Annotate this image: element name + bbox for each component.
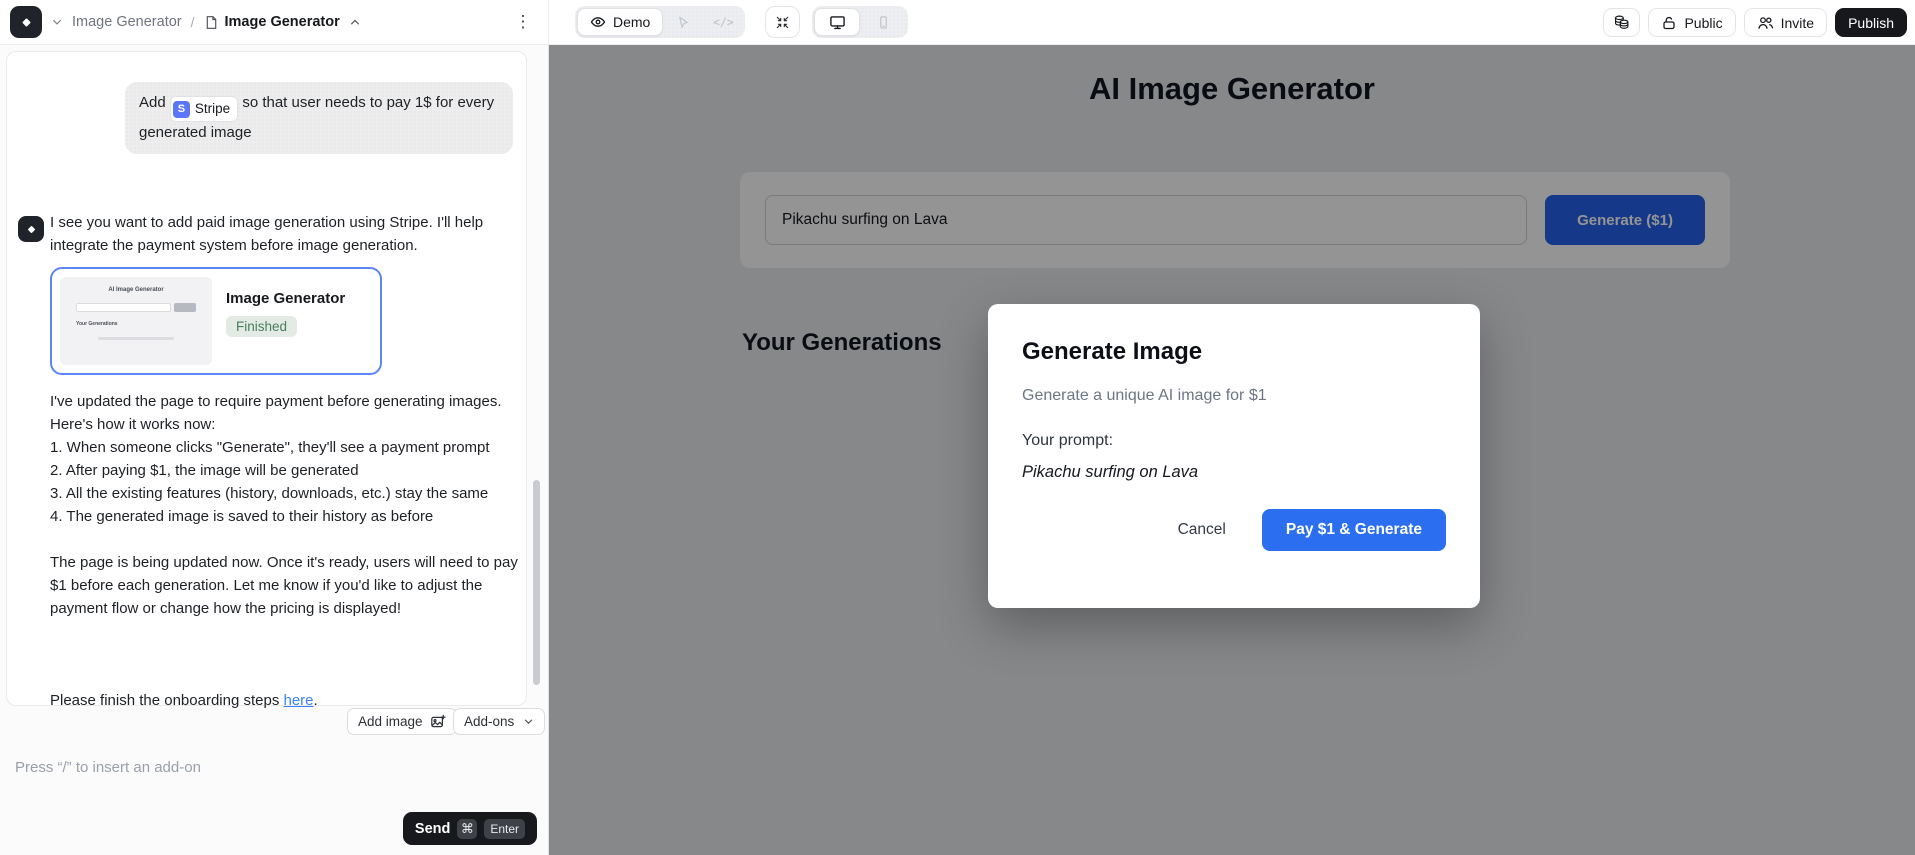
shrink-view-button[interactable] — [765, 6, 800, 38]
demo-mode-label: Demo — [613, 14, 650, 30]
eye-icon — [590, 14, 606, 30]
modal-description: Generate a unique AI image for $1 — [1022, 387, 1446, 405]
monitor-icon — [829, 14, 846, 31]
user-message-prefix: Add — [139, 94, 166, 111]
task-card-info: Image Generator Finished — [226, 277, 345, 365]
cancel-button[interactable]: Cancel — [1178, 521, 1226, 539]
phone-icon — [876, 15, 891, 30]
addons-label: Add-ons — [464, 714, 514, 729]
code-icon: </> — [713, 15, 734, 29]
people-icon — [1757, 15, 1774, 31]
collapse-breadcrumb-icon[interactable] — [349, 16, 361, 28]
file-icon — [204, 15, 219, 30]
desktop-view-tab[interactable] — [814, 8, 860, 36]
device-segmented-control — [812, 6, 908, 38]
enter-key-label: Enter — [484, 819, 525, 839]
header-breadcrumb-area: Image Generator / Image Generator — [0, 0, 549, 44]
chat-sidebar: Add S Stripe so that user needs to pay 1… — [0, 45, 549, 855]
addons-select[interactable]: Add-ons — [453, 708, 545, 735]
send-button-label: Send — [415, 821, 450, 837]
onboarding-text-suffix: . — [314, 692, 318, 709]
assistant-avatar — [18, 216, 44, 242]
thumbnail-subtitle: Your Generations — [76, 321, 118, 327]
assistant-body-text: I've updated the page to require payment… — [50, 390, 518, 620]
page-preview-thumbnail: AI Image Generator Your Generations — [60, 277, 212, 365]
demo-mode-tab[interactable]: Demo — [577, 8, 663, 36]
add-image-button[interactable]: Add image — [347, 708, 457, 735]
thumbnail-title: AI Image Generator — [60, 287, 212, 293]
assistant-link-line: Please finish the onboarding steps here. — [50, 689, 318, 712]
workspace-chevron-down-icon[interactable] — [51, 16, 63, 28]
coins-icon — [1613, 14, 1630, 31]
interact-mode-tab[interactable] — [663, 8, 703, 36]
onboarding-link[interactable]: here — [284, 692, 314, 709]
breadcrumb-separator: / — [191, 14, 195, 30]
assistant-intro-text: I see you want to add paid image generat… — [50, 211, 512, 257]
kebab-menu-icon[interactable]: ⋮ — [512, 10, 534, 34]
publish-button-label: Publish — [1848, 15, 1894, 31]
breadcrumb-page[interactable]: Image Generator — [204, 14, 340, 30]
collapse-arrows-icon — [775, 15, 790, 30]
code-mode-tab[interactable]: </> — [703, 8, 743, 36]
send-button[interactable]: Send ⌘ Enter — [403, 812, 537, 845]
generate-image-modal: Generate Image Generate a unique AI imag… — [988, 304, 1480, 608]
top-header: Image Generator / Image Generator ⋮ Demo… — [0, 0, 1915, 45]
invite-button[interactable]: Invite — [1744, 8, 1827, 37]
app-preview-area: AI Image Generator Generate ($1) Your Ge… — [549, 45, 1915, 855]
stripe-icon: S — [173, 101, 190, 118]
app-window: Image Generator / Image Generator ⋮ Demo… — [0, 0, 1915, 855]
task-status-badge: Finished — [226, 316, 297, 337]
modal-title: Generate Image — [1022, 338, 1446, 366]
user-message-bubble: Add S Stripe so that user needs to pay 1… — [125, 82, 513, 154]
onboarding-text-prefix: Please finish the onboarding steps — [50, 692, 284, 709]
public-button-label: Public — [1684, 15, 1722, 31]
thumbnail-placeholder-line — [98, 337, 174, 340]
cursor-icon — [676, 15, 691, 30]
credits-button[interactable] — [1603, 8, 1640, 37]
modal-prompt-value: Pikachu surfing on Lava — [1022, 463, 1446, 482]
thumbnail-input-row — [76, 303, 196, 312]
pay-generate-button[interactable]: Pay $1 & Generate — [1262, 509, 1446, 551]
breadcrumb-page-label: Image Generator — [225, 14, 340, 30]
page-task-card[interactable]: AI Image Generator Your Generations Imag… — [50, 267, 382, 375]
app-logo[interactable] — [10, 6, 42, 38]
stripe-addon-chip: S Stripe — [170, 96, 238, 122]
add-image-icon — [430, 714, 446, 730]
publish-button[interactable]: Publish — [1835, 8, 1907, 37]
mobile-view-tab[interactable] — [860, 8, 906, 36]
chat-input-placeholder[interactable]: Press “/” to insert an add-on — [15, 759, 201, 776]
chat-scrollbar-thumb[interactable] — [533, 480, 540, 685]
bot-icon — [25, 223, 38, 236]
logo-diamond-icon — [19, 15, 34, 30]
modal-actions: Cancel Pay $1 & Generate — [1022, 509, 1446, 551]
thumbnail-input — [76, 303, 171, 312]
modal-prompt-label: Your prompt: — [1022, 432, 1446, 450]
task-card-title: Image Generator — [226, 290, 345, 307]
thumbnail-button — [174, 303, 196, 312]
lock-open-icon — [1661, 15, 1677, 31]
cmd-key-icon: ⌘ — [457, 819, 477, 839]
header-actions: Public Invite Publish — [1603, 8, 1907, 37]
breadcrumb-project[interactable]: Image Generator — [72, 14, 182, 30]
public-button[interactable]: Public — [1648, 8, 1735, 37]
mode-segmented-control: Demo </> — [575, 6, 745, 38]
stripe-chip-label: Stripe — [195, 98, 230, 120]
chevron-down-icon — [523, 716, 534, 727]
invite-button-label: Invite — [1781, 15, 1814, 31]
add-image-label: Add image — [358, 714, 423, 729]
